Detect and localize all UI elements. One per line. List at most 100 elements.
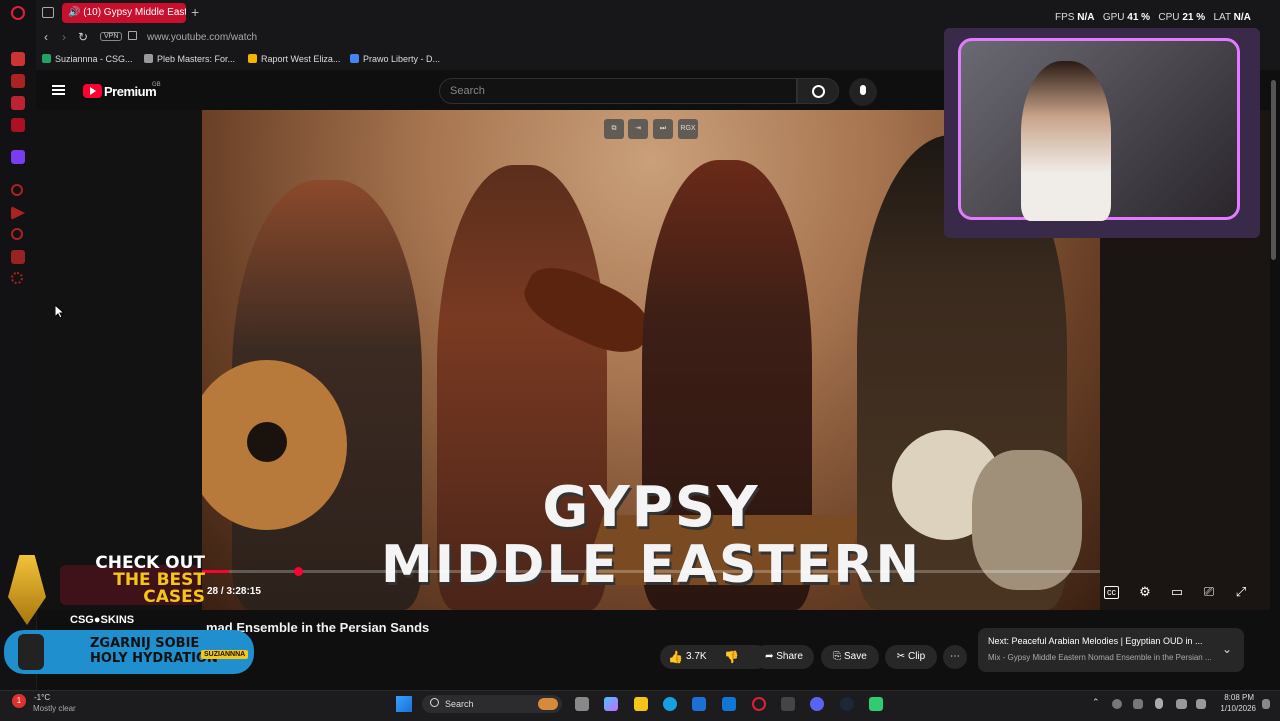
new-tab-icon[interactable]: + (191, 4, 199, 20)
messenger-icon[interactable] (11, 96, 25, 110)
youtube-logo-icon[interactable] (83, 84, 102, 98)
opera-taskbar-icon[interactable] (752, 697, 766, 711)
bottle-icon (18, 634, 44, 670)
share-button[interactable]: ➦ Share (754, 645, 814, 669)
mic-icon (860, 85, 866, 95)
cast-icon[interactable]: ⎚ (1200, 584, 1218, 600)
weather-badge[interactable]: 1 (12, 694, 26, 708)
discord-icon[interactable] (810, 697, 824, 711)
store-icon[interactable] (692, 697, 706, 711)
clock-icon[interactable] (11, 228, 23, 240)
lat-value: N/A (1233, 12, 1251, 23)
skip-icon[interactable]: ⏭ (653, 119, 673, 139)
edge-icon[interactable] (663, 697, 677, 711)
reload-icon[interactable]: ↻ (78, 30, 88, 44)
bookmark-item[interactable]: Prawo Liberty - D... (350, 54, 440, 64)
forward-icon[interactable]: › (62, 30, 66, 44)
webcam-frame (958, 38, 1240, 221)
share-label: Share (776, 651, 803, 662)
chevron-up-icon[interactable]: ⌃ (1092, 697, 1100, 708)
search-icon (430, 698, 439, 707)
ad-promo-line2: HOLY HYDRATION (90, 651, 218, 666)
clock-date[interactable]: 1/10/2026 (1212, 704, 1256, 713)
bookmark-icon: ⎘ (833, 651, 844, 662)
drive-icon (248, 54, 257, 63)
more-actions-button[interactable]: ⋯ (943, 645, 967, 669)
performance-overlay: FPS N/A GPU 41 % CPU 21 % LAT N/A (1055, 12, 1251, 23)
green-app-icon[interactable] (869, 697, 883, 711)
search-button[interactable] (797, 78, 839, 104)
task-view-icon[interactable] (575, 697, 589, 711)
aria-icon[interactable] (11, 52, 25, 66)
progress-bar[interactable] (202, 570, 1100, 573)
youtube-brand[interactable]: Premium (104, 84, 157, 99)
voice-search-button[interactable] (849, 78, 877, 106)
settings-gear-icon[interactable]: ⚙ (1136, 584, 1154, 600)
pip-icon[interactable]: ⧉ (604, 119, 624, 139)
tab-active[interactable]: 🔊 (10) Gypsy Middle East (62, 3, 186, 23)
bookmark-item[interactable]: Raport West Eliza... (248, 54, 340, 64)
taskbar-search-label: Search (445, 699, 474, 709)
region-code: GB (152, 82, 161, 88)
rgx-button[interactable]: RGX (678, 119, 698, 139)
scrubber-handle[interactable] (294, 567, 303, 576)
bookmark-item[interactable]: Pleb Masters: For... (144, 54, 235, 64)
clip-button[interactable]: ✂ Clip (885, 645, 937, 669)
like-icon[interactable]: 👍 (668, 645, 683, 669)
miniplayer-icon[interactable]: ▭ (1168, 584, 1186, 600)
taskbar-search[interactable]: Search (422, 695, 562, 713)
outlook-icon[interactable] (722, 697, 736, 711)
tray-mic-icon[interactable] (1155, 698, 1163, 709)
scissors-icon: ✂ (896, 651, 908, 662)
next-title: Next: Peaceful Arabian Melodies | Egypti… (988, 636, 1203, 646)
trophy-icon (8, 555, 46, 625)
workspace-icon[interactable] (11, 74, 25, 88)
search-highlight-icon (538, 698, 558, 710)
vpn-badge[interactable]: VPN (100, 32, 123, 41)
save-button[interactable]: ⎘ Save (821, 645, 879, 669)
popout-icon[interactable]: ⇥ (628, 119, 648, 139)
twitch-icon[interactable] (11, 150, 25, 164)
captions-icon[interactable]: cc (1104, 586, 1119, 599)
windows-start-icon[interactable] (396, 696, 412, 712)
fps-value: N/A (1077, 12, 1095, 23)
url-field[interactable]: www.youtube.com/watch (147, 32, 257, 43)
network-icon[interactable] (1176, 699, 1187, 709)
next-video-card[interactable]: Next: Peaceful Arabian Melodies | Egypti… (978, 628, 1244, 672)
ad-promo-line1: ZGARNIJ SOBIE (90, 636, 200, 651)
bookmark-item[interactable]: Suziannna - CSG... (42, 54, 133, 64)
lock-icon[interactable] (128, 31, 137, 40)
tray-sync-icon[interactable] (1133, 699, 1143, 709)
fullscreen-icon[interactable]: ⤢ (1232, 584, 1250, 600)
history-icon[interactable] (11, 184, 23, 196)
cpu-value: 21 % (1182, 12, 1206, 23)
chevron-down-icon[interactable]: ⌄ (1222, 642, 1232, 656)
copilot-icon[interactable] (604, 697, 618, 711)
share-icon: ➦ (765, 651, 777, 662)
settings-icon[interactable] (11, 272, 23, 284)
game-app-icon[interactable] (781, 697, 795, 711)
clock-time[interactable]: 8:08 PM (1220, 693, 1254, 702)
weather-desc[interactable]: Mostly clear (33, 704, 76, 713)
like-count[interactable]: 3.7K (686, 645, 707, 669)
next-subtitle: Mix - Gypsy Middle Eastern Nomad Ensembl… (988, 653, 1212, 662)
lat-label: LAT (1213, 12, 1231, 23)
back-icon[interactable]: ‹ (44, 30, 48, 44)
dislike-icon[interactable]: 👎 (724, 645, 739, 669)
speaker-icon[interactable]: 🔊 (68, 7, 83, 18)
opera-logo-icon[interactable] (11, 6, 25, 20)
more-icon: ⋯ (950, 651, 960, 662)
file-explorer-icon[interactable] (634, 697, 648, 711)
search-input[interactable]: Search (439, 78, 797, 104)
tray-app-icon[interactable] (1112, 699, 1122, 709)
hamburger-menu-icon[interactable] (52, 85, 65, 87)
notification-bell-icon[interactable] (1262, 699, 1270, 709)
tab-menu-icon[interactable] (42, 7, 54, 18)
steam-icon[interactable] (840, 697, 854, 711)
extensions-icon[interactable] (11, 250, 25, 264)
player-icon[interactable] (11, 206, 25, 220)
weather-temp[interactable]: -1°C (34, 693, 50, 702)
volume-icon[interactable] (1196, 699, 1206, 709)
mail-icon[interactable] (11, 118, 25, 132)
scrollbar-thumb[interactable] (1271, 80, 1276, 260)
